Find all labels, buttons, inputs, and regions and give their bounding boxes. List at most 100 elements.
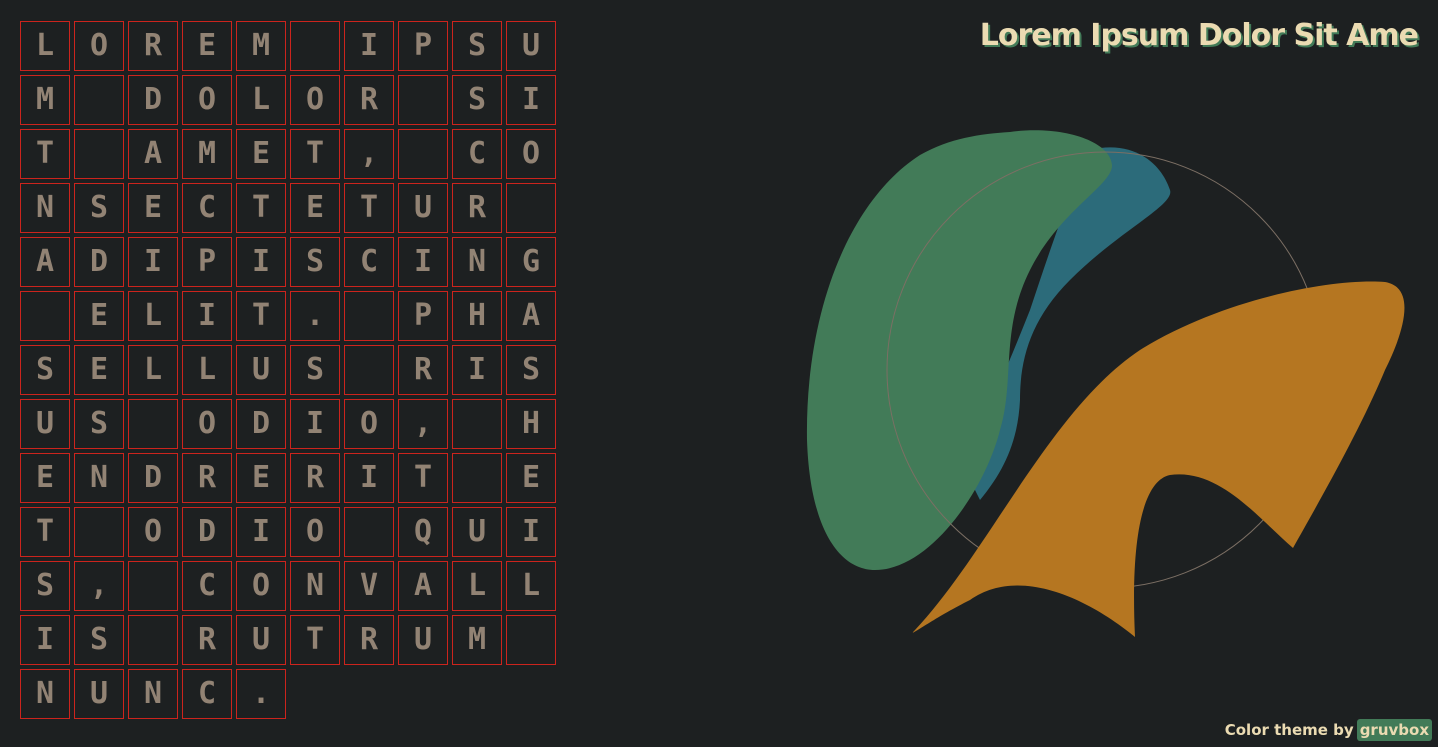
letter-cell: T — [20, 129, 70, 179]
gruvbox-link[interactable]: gruvbox — [1356, 719, 1432, 741]
letter-cell: C — [182, 669, 232, 719]
letter-cell: E — [236, 453, 286, 503]
page-title: Lorem Ipsum Dolor Sit Ame — [979, 18, 1419, 53]
letter-cell: C — [182, 561, 232, 611]
letter-cell: , — [398, 399, 448, 449]
letter-cell: S — [20, 561, 70, 611]
letter-cell: M — [452, 615, 502, 665]
letter-cell: C — [344, 237, 394, 287]
letter-cell: I — [128, 237, 178, 287]
letter-cell: T — [20, 507, 70, 557]
letter-cell — [74, 129, 124, 179]
letter-cell: S — [74, 399, 124, 449]
letter-cell: I — [290, 399, 340, 449]
letter-cell — [128, 561, 178, 611]
letter-cell: U — [236, 615, 286, 665]
letter-cell — [398, 75, 448, 125]
letter-cell: T — [290, 615, 340, 665]
letter-cell: E — [128, 183, 178, 233]
letter-cell — [506, 183, 556, 233]
letter-cell: U — [506, 21, 556, 71]
letter-cell: S — [20, 345, 70, 395]
letter-cell: I — [182, 291, 232, 341]
letter-cell — [20, 291, 70, 341]
letter-cell: A — [128, 129, 178, 179]
letter-cell: L — [236, 75, 286, 125]
footer-credit: Color theme by gruvbox — [1225, 719, 1432, 741]
letter-cell: V — [344, 561, 394, 611]
letter-cell: O — [344, 399, 394, 449]
letter-cell: O — [290, 75, 340, 125]
letter-cell — [128, 615, 178, 665]
letter-cell — [290, 21, 340, 71]
letter-cell — [398, 129, 448, 179]
letter-cell: O — [182, 75, 232, 125]
letter-cell: I — [506, 507, 556, 557]
letter-cell: D — [236, 399, 286, 449]
letter-cell: S — [506, 345, 556, 395]
letter-cell: I — [506, 75, 556, 125]
credit-text: Color theme by — [1224, 721, 1354, 739]
letter-cell: I — [344, 453, 394, 503]
letter-cell: E — [74, 345, 124, 395]
letter-cell: T — [344, 183, 394, 233]
letter-cell: D — [182, 507, 232, 557]
letter-cell: M — [236, 21, 286, 71]
abstract-artwork — [806, 130, 1405, 637]
letter-cell: O — [236, 561, 286, 611]
letter-cell: H — [452, 291, 502, 341]
letter-cell: I — [236, 237, 286, 287]
letter-cell: T — [290, 129, 340, 179]
letter-cell: Q — [398, 507, 448, 557]
letter-cell: L — [506, 561, 556, 611]
letter-cell: L — [128, 345, 178, 395]
letter-cell: E — [182, 21, 232, 71]
letter-grid: LOREM IPSUM DOLOR SIT AMET, CONSECTETUR … — [20, 21, 560, 721]
letter-cell — [452, 399, 502, 449]
letter-cell: N — [452, 237, 502, 287]
letter-cell — [344, 507, 394, 557]
letter-cell — [344, 291, 394, 341]
letter-cell: E — [290, 183, 340, 233]
letter-cell: R — [182, 615, 232, 665]
letter-cell: R — [128, 21, 178, 71]
letter-cell: N — [74, 453, 124, 503]
letter-cell: U — [398, 615, 448, 665]
letter-cell: M — [20, 75, 70, 125]
letter-cell: N — [20, 669, 70, 719]
letter-cell: G — [506, 237, 556, 287]
letter-cell: R — [344, 75, 394, 125]
letter-cell: S — [452, 75, 502, 125]
letter-cell: C — [452, 129, 502, 179]
letter-cell: P — [398, 21, 448, 71]
letter-cell: E — [506, 453, 556, 503]
letter-cell: D — [128, 75, 178, 125]
letter-cell: R — [452, 183, 502, 233]
letter-cell: L — [20, 21, 70, 71]
letter-cell: A — [506, 291, 556, 341]
letter-cell: R — [398, 345, 448, 395]
letter-cell: T — [236, 291, 286, 341]
letter-cell: . — [236, 669, 286, 719]
letter-cell — [74, 75, 124, 125]
letter-cell: L — [182, 345, 232, 395]
letter-cell: E — [20, 453, 70, 503]
letter-cell: O — [506, 129, 556, 179]
letter-cell: M — [182, 129, 232, 179]
letter-cell: U — [74, 669, 124, 719]
letter-cell — [128, 399, 178, 449]
letter-cell: O — [128, 507, 178, 557]
letter-cell: N — [290, 561, 340, 611]
letter-cell: S — [74, 615, 124, 665]
letter-cell — [452, 453, 502, 503]
letter-cell: S — [290, 345, 340, 395]
letter-cell: L — [452, 561, 502, 611]
page: LOREM IPSUM DOLOR SIT AMET, CONSECTETUR … — [0, 0, 1438, 747]
letter-cell: T — [236, 183, 286, 233]
letter-cell: D — [74, 237, 124, 287]
letter-cell: T — [398, 453, 448, 503]
letter-cell: A — [398, 561, 448, 611]
letter-cell: S — [74, 183, 124, 233]
letter-cell: P — [182, 237, 232, 287]
letter-cell — [506, 615, 556, 665]
